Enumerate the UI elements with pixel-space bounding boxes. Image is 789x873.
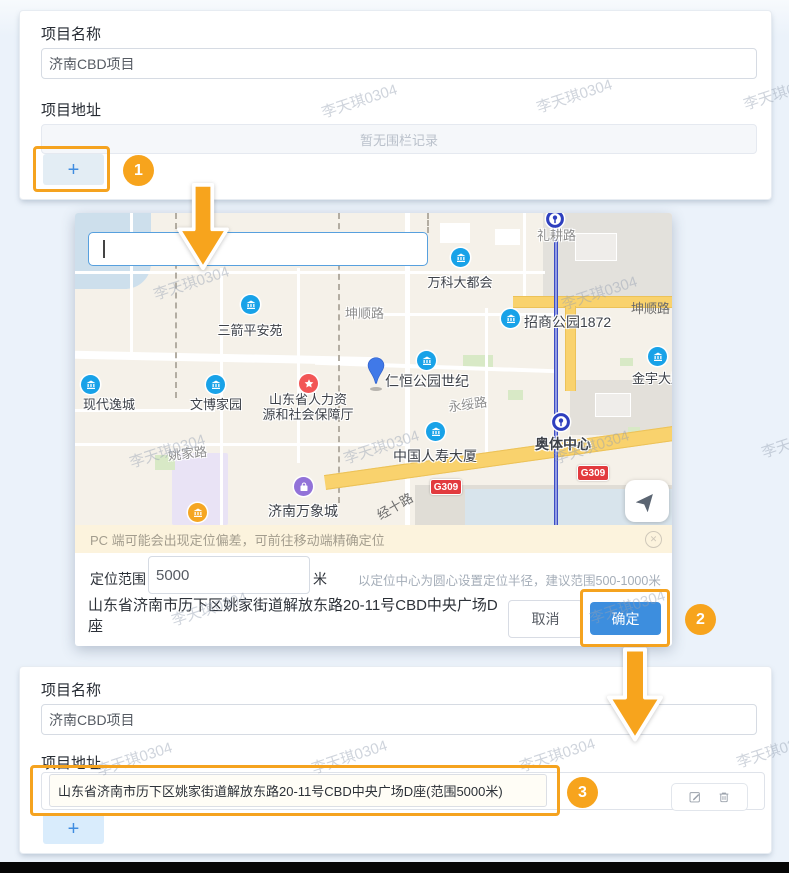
step-badge-1: 1 (123, 155, 154, 186)
poi-label-line1: 山东省人力资 (262, 393, 353, 408)
poi-label: 文博家园 (190, 394, 242, 413)
map-green-area (508, 390, 523, 400)
step-badge-2: 2 (685, 604, 716, 635)
fence-empty-placeholder: 暂无围栏记录 (41, 124, 757, 154)
pin-shadow (370, 387, 382, 391)
highlight-box-step1 (33, 146, 110, 192)
road-badge-g309: G309 (577, 465, 609, 481)
map-building-footprint (495, 229, 520, 245)
navigation-arrow-icon (636, 490, 658, 512)
map-street (297, 268, 300, 463)
poi-label-two-line: 山东省人力资 源和社会保障厅 (262, 393, 353, 422)
road-label-ligeng: 礼耕路 (537, 225, 576, 244)
highlight-box-step2 (580, 589, 670, 647)
road-label-yongsui: 永绥路 (447, 391, 488, 415)
bottom-edge-bar (0, 862, 789, 873)
map-building-footprint (440, 223, 470, 243)
range-unit: 米 (313, 569, 327, 589)
location-pin-icon[interactable] (366, 355, 386, 387)
map-search-input[interactable] (88, 232, 428, 266)
poi-label-aoti: 奥体中心 (535, 434, 591, 454)
project-address-label: 项目地址 (41, 99, 101, 120)
map-street (75, 443, 405, 446)
building-poi-icon (206, 375, 225, 394)
close-icon[interactable]: ✕ (645, 531, 662, 548)
road-label-yaojia: 姚家路 (167, 441, 208, 464)
road-badge-g309: G309 (430, 479, 462, 495)
notice-text: PC 端可能会出现定位偏差，可前往移动端精确定位 (90, 530, 385, 549)
building-poi-icon (241, 295, 260, 314)
location-picker-dialog: 礼耕路 奥体中心 G309 G309 坤顺路 坤顺路 姚家路 永绥路 经十路 三… (75, 213, 672, 646)
museum-poi-icon (188, 503, 207, 522)
range-hint: 以定位中心为圆心设置定位半径，建议范围500-1000米 (358, 570, 661, 589)
building-poi-icon (426, 422, 445, 441)
building-poi-icon (648, 347, 667, 366)
metro-station-icon (550, 411, 572, 433)
locate-button[interactable] (625, 480, 669, 522)
mall-poi-icon (294, 477, 313, 496)
map-street (523, 213, 526, 301)
poi-label: 招商公园1872 (524, 312, 611, 332)
map-metro-line (554, 213, 558, 525)
building-poi-icon (417, 351, 436, 370)
map-canvas[interactable]: 礼耕路 奥体中心 G309 G309 坤顺路 坤顺路 姚家路 永绥路 经十路 三… (75, 213, 672, 525)
poi-label: 济南万象城 (268, 501, 338, 521)
poi-label: 现代逸城 (83, 394, 135, 413)
edit-icon[interactable] (688, 790, 702, 804)
text-cursor (103, 240, 105, 258)
range-input[interactable] (148, 556, 310, 594)
map-building-footprint (575, 233, 617, 261)
road-label-kunshun-left: 坤顺路 (345, 303, 384, 322)
fence-row-actions (671, 783, 748, 811)
building-poi-icon (451, 248, 470, 267)
map-green-area (620, 358, 633, 366)
building-poi-icon (81, 375, 100, 394)
project-name-label: 项目名称 (41, 679, 101, 700)
add-fence-button[interactable]: + (43, 813, 104, 844)
trash-icon[interactable] (717, 790, 731, 804)
map-yellow-road-jingshi (324, 425, 672, 490)
selected-address-text: 山东省济南市历下区姚家街道解放东路20-11号CBD中央广场D座 (88, 595, 502, 637)
poi-label: 万科大都会 (427, 272, 492, 291)
down-arrow-annotation (605, 647, 665, 743)
poi-label: 仁恒公园世纪 (385, 371, 469, 391)
poi-label: 三箭平安苑 (217, 320, 282, 339)
project-name-input[interactable] (41, 48, 757, 79)
project-name-label: 项目名称 (41, 23, 101, 44)
map-boundary-line (427, 213, 429, 233)
notice-bar: PC 端可能会出现定位偏差，可前往移动端精确定位 ✕ (75, 525, 672, 553)
cancel-button[interactable]: 取消 (508, 600, 583, 638)
down-arrow-annotation (173, 183, 233, 271)
watermark-text: 李天琪0304 (759, 418, 789, 462)
poi-label-line2: 源和社会保障厅 (262, 408, 353, 423)
building-poi-icon (501, 309, 520, 328)
poi-label: 金宇大厦 (632, 368, 672, 387)
poi-label: 中国人寿大厦 (393, 446, 477, 466)
highlight-box-step3 (30, 765, 560, 816)
step-badge-3: 3 (567, 777, 598, 808)
range-label: 定位范围 (90, 569, 146, 589)
map-street (485, 308, 488, 463)
map-building-footprint (595, 393, 631, 417)
gov-star-poi-icon (299, 374, 318, 393)
road-label-kunshun-yellow: 坤顺路 (631, 298, 670, 317)
